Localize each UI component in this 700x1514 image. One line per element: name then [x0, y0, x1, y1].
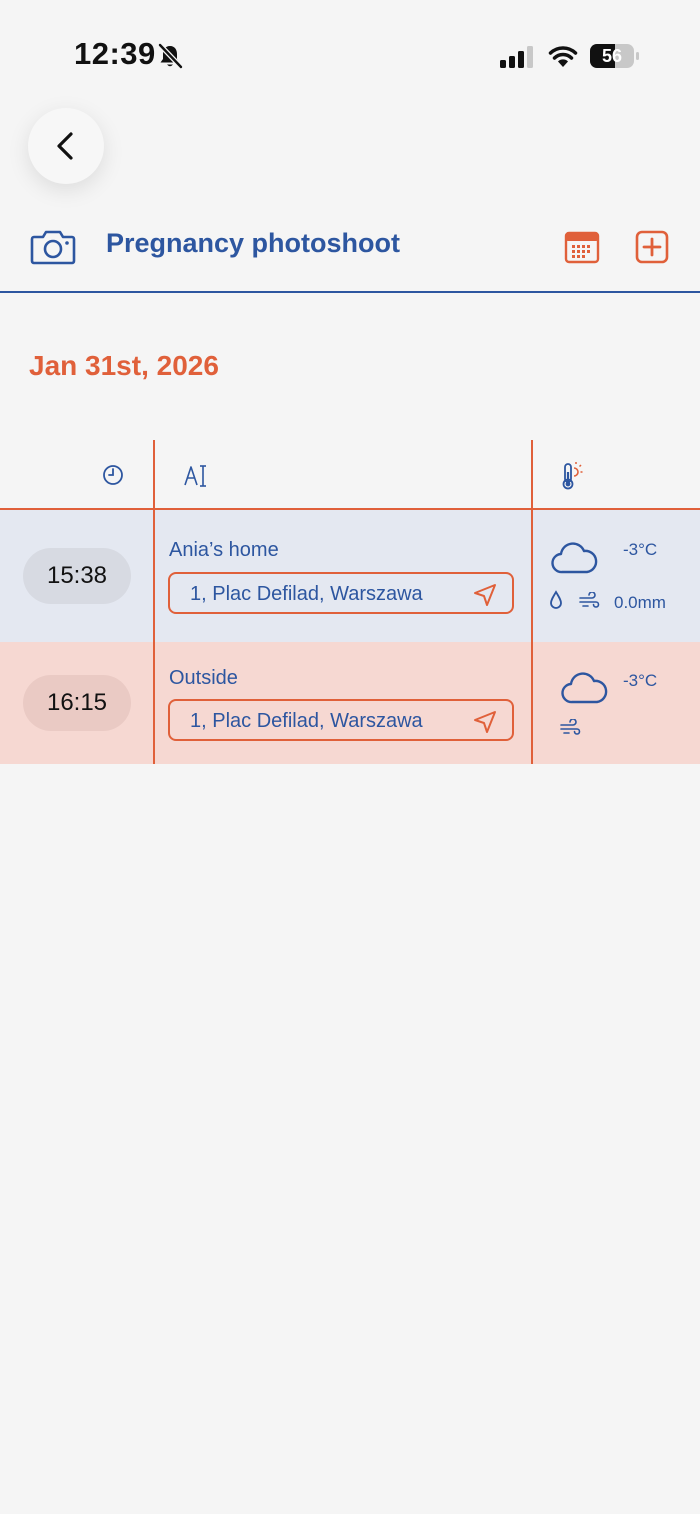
- navigation-arrow-icon[interactable]: [472, 582, 498, 608]
- wifi-icon: [548, 46, 578, 67]
- calendar-icon[interactable]: [564, 230, 600, 264]
- precipitation: 0.0mm: [614, 593, 666, 612]
- clock-icon: [103, 465, 123, 485]
- camera-icon[interactable]: [30, 228, 76, 266]
- temperature: -3°C: [623, 671, 658, 690]
- back-button[interactable]: [28, 108, 104, 184]
- bell-slash-icon: [158, 43, 183, 69]
- page-title: Pregnancy photoshoot: [106, 228, 401, 258]
- droplet-icon: [550, 590, 562, 609]
- navigation-arrow-icon[interactable]: [472, 709, 498, 735]
- temperature: -3°C: [623, 540, 658, 559]
- header-divider: [0, 291, 700, 293]
- text-cursor-icon: [184, 465, 206, 487]
- chevron-left-icon: [57, 132, 73, 160]
- address-text: 1, Plac Defilad, Warszawa: [190, 710, 423, 732]
- thermometer-sun-icon: [562, 462, 583, 490]
- column-divider: [153, 440, 155, 764]
- column-divider: [531, 440, 533, 764]
- add-icon[interactable]: [635, 230, 669, 264]
- battery-percent: 56: [601, 46, 623, 66]
- table-header-divider: [0, 508, 700, 510]
- place-name: Ania’s home: [169, 539, 279, 561]
- address-text: 1, Plac Defilad, Warszawa: [190, 583, 423, 605]
- address-field[interactable]: 1, Plac Defilad, Warszawa: [168, 572, 514, 614]
- cloud-icon: [561, 672, 608, 704]
- address-field[interactable]: 1, Plac Defilad, Warszawa: [168, 699, 514, 741]
- place-name: Outside: [169, 667, 238, 689]
- wind-icon: [560, 719, 581, 735]
- time-pill[interactable]: 16:15: [23, 675, 131, 731]
- cloud-icon: [551, 542, 598, 574]
- signal-icon: [500, 46, 533, 68]
- date-label: Jan 31st, 2026: [29, 350, 219, 381]
- wind-icon: [579, 592, 600, 608]
- battery-icon: 56: [590, 44, 640, 68]
- status-time: 12:39: [74, 36, 156, 71]
- time-pill[interactable]: 15:38: [23, 548, 131, 604]
